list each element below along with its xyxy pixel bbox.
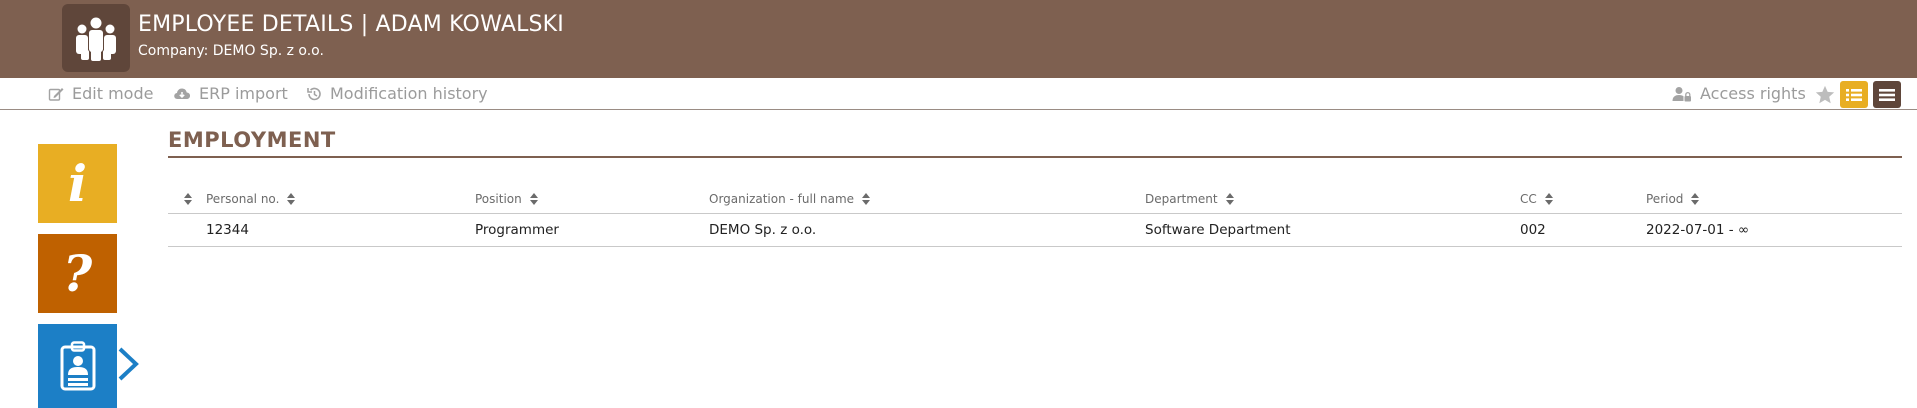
list-view-button[interactable] (1840, 81, 1868, 108)
modification-history-label: Modification history (330, 84, 488, 103)
access-rights-button[interactable]: Access rights (1672, 78, 1806, 109)
favorite-button[interactable] (1812, 81, 1838, 108)
sort-icon (529, 193, 538, 205)
company-subtitle: Company: DEMO Sp. z o.o. (138, 43, 324, 59)
employment-tile[interactable] (38, 324, 117, 408)
edit-icon (48, 87, 64, 101)
column-header-personal-no[interactable]: Personal no. (206, 184, 296, 214)
sort-icon (862, 193, 871, 205)
table-row[interactable]: 12344 Programmer DEMO Sp. z o.o. Softwar… (168, 214, 1902, 247)
list-icon (1846, 88, 1862, 101)
user-lock-icon (1672, 86, 1691, 101)
cell-personal-no: 12344 (206, 222, 249, 238)
info-tile[interactable]: i (38, 144, 117, 223)
id-badge-icon (60, 341, 95, 391)
column-header-position[interactable]: Position (475, 184, 538, 214)
column-header-period[interactable]: Period (1646, 184, 1700, 214)
cell-cc: 002 (1520, 222, 1546, 238)
erp-import-button[interactable]: ERP import (173, 78, 288, 109)
toolbar: Edit mode ERP import Modification histor… (0, 78, 1917, 110)
column-header-cc[interactable]: CC (1520, 184, 1553, 214)
info-icon: i (68, 153, 87, 213)
page-title: EMPLOYEE DETAILS | ADAM KOWALSKI (138, 12, 565, 37)
cell-department: Software Department (1145, 222, 1291, 238)
menu-button[interactable] (1873, 81, 1901, 108)
hamburger-menu-icon (1879, 88, 1895, 101)
cell-period: 2022-07-01 - ∞ (1646, 222, 1750, 238)
sort-icon (1544, 193, 1553, 205)
section-divider (168, 156, 1902, 158)
star-icon (1815, 85, 1835, 103)
edit-mode-button[interactable]: Edit mode (48, 78, 153, 109)
cell-organization: DEMO Sp. z o.o. (709, 222, 817, 238)
cell-position: Programmer (475, 222, 559, 238)
cloud-download-icon (174, 88, 191, 99)
section-title: EMPLOYMENT (168, 128, 336, 152)
history-icon (307, 87, 321, 100)
column-header-department[interactable]: Department (1145, 184, 1234, 214)
help-icon: ? (62, 243, 93, 303)
sort-icon (1691, 193, 1700, 205)
sort-icon[interactable] (184, 193, 192, 205)
modification-history-button[interactable]: Modification history (306, 78, 488, 109)
edit-mode-label: Edit mode (72, 84, 154, 103)
table-header: Personal no. Position Organization - ful… (168, 184, 1902, 214)
people-group-icon (62, 4, 130, 72)
erp-import-label: ERP import (199, 84, 288, 103)
column-header-organization[interactable]: Organization - full name (709, 184, 871, 214)
access-rights-label: Access rights (1700, 84, 1806, 103)
sort-icon (1225, 193, 1234, 205)
chevron-right-icon (118, 347, 139, 381)
employment-table: Personal no. Position Organization - ful… (168, 184, 1902, 247)
page-header: EMPLOYEE DETAILS | ADAM KOWALSKI Company… (0, 0, 1917, 78)
help-tile[interactable]: ? (38, 234, 117, 313)
sort-icon (287, 193, 296, 205)
